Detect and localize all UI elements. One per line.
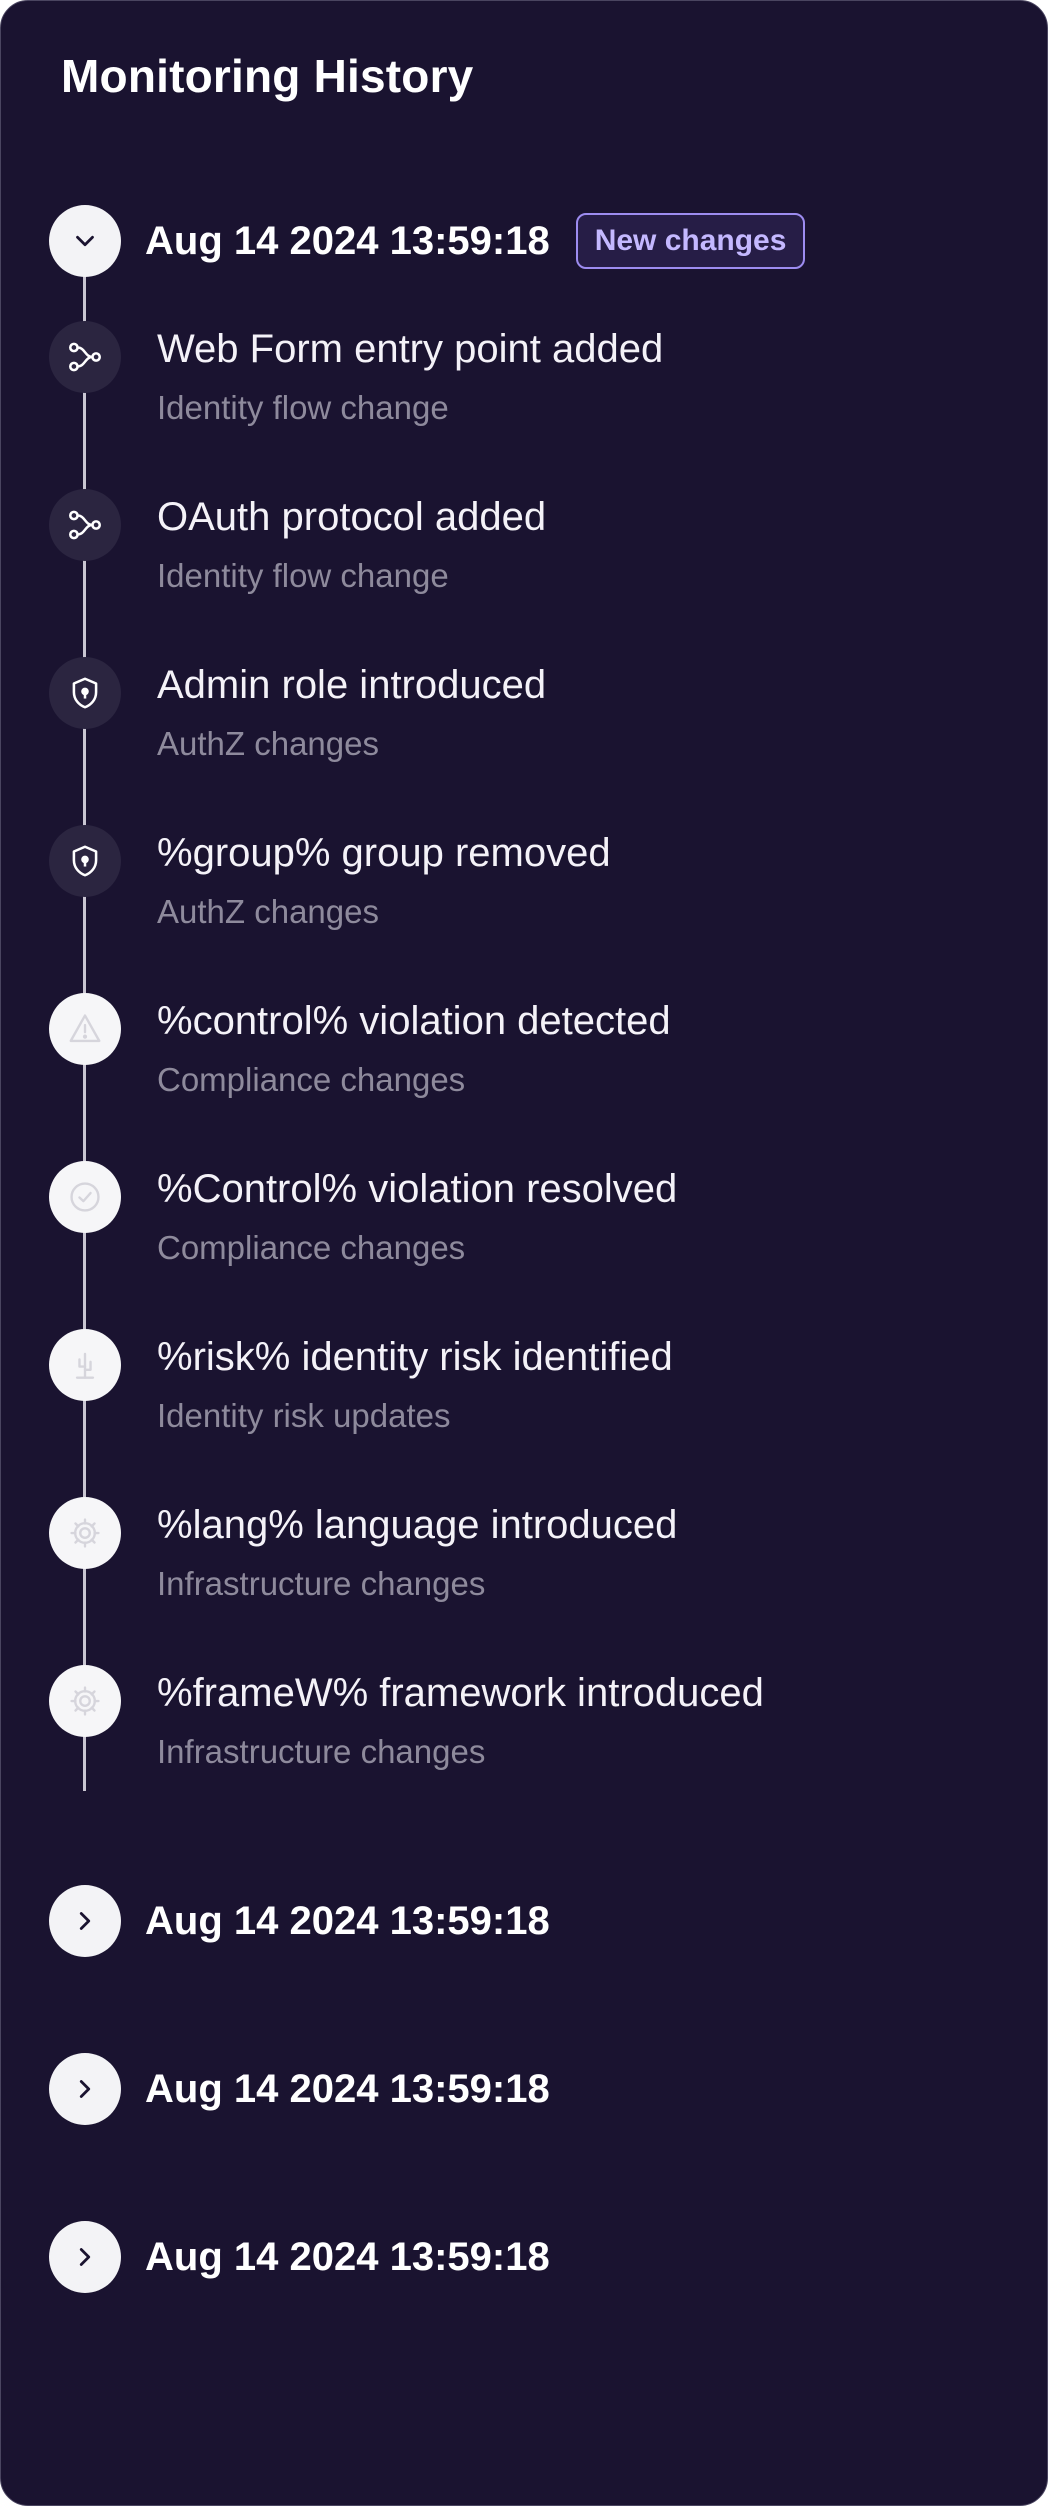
check-circle-icon [49,1161,121,1233]
warning-icon [49,993,121,1065]
group-date: Aug 14 2024 13:59:18 [145,2066,550,2111]
event-category: Identity flow change [157,557,449,594]
event-title: %frameW% framework introduced [157,1671,764,1715]
event-title: %control% violation detected [157,999,671,1043]
event-category: AuthZ changes [157,725,379,762]
history-group-header[interactable]: Aug 14 2024 13:59:18 [49,1885,550,1957]
gear-icon [49,1497,121,1569]
event-title: %risk% identity risk identified [157,1335,673,1379]
flow-icon [49,321,121,393]
event-title: Web Form entry point added [157,327,664,371]
event-title: OAuth protocol added [157,495,547,539]
chevron-right-icon[interactable] [49,1885,121,1957]
group-date: Aug 14 2024 13:59:18 [145,1898,550,1943]
history-group-header[interactable]: Aug 14 2024 13:59:18 [49,2053,550,2125]
event-category: Identity risk updates [157,1397,451,1434]
page-title: Monitoring History [61,50,474,102]
shield-icon [49,657,121,729]
monitoring-history-panel: Monitoring History Aug 14 2024 13:59:18 … [0,0,1048,2506]
cactus-icon [49,1329,121,1401]
shield-icon [49,825,121,897]
event-category: Identity flow change [157,389,449,426]
group-date: Aug 14 2024 13:59:18 [145,2234,550,2279]
history-group-header[interactable]: Aug 14 2024 13:59:18 [49,2221,550,2293]
event-title: %Control% violation resolved [157,1167,678,1211]
gear-icon [49,1665,121,1737]
chevron-right-icon[interactable] [49,2221,121,2293]
event-title: Admin role introduced [157,663,547,707]
event-category: AuthZ changes [157,893,379,930]
chevron-right-icon[interactable] [49,2053,121,2125]
event-title: %lang% language introduced [157,1503,678,1547]
event-category: Infrastructure changes [157,1565,486,1602]
chevron-down-icon[interactable] [49,205,121,277]
event-category: Compliance changes [157,1061,466,1098]
group-date: Aug 14 2024 13:59:18 [145,218,550,263]
event-category: Infrastructure changes [157,1733,486,1770]
flow-icon [49,489,121,561]
history-group-header[interactable]: Aug 14 2024 13:59:18 New changes [49,205,806,277]
event-title: %group% group removed [157,831,611,875]
event-category: Compliance changes [157,1229,466,1266]
new-changes-badge: New changes [575,213,806,269]
